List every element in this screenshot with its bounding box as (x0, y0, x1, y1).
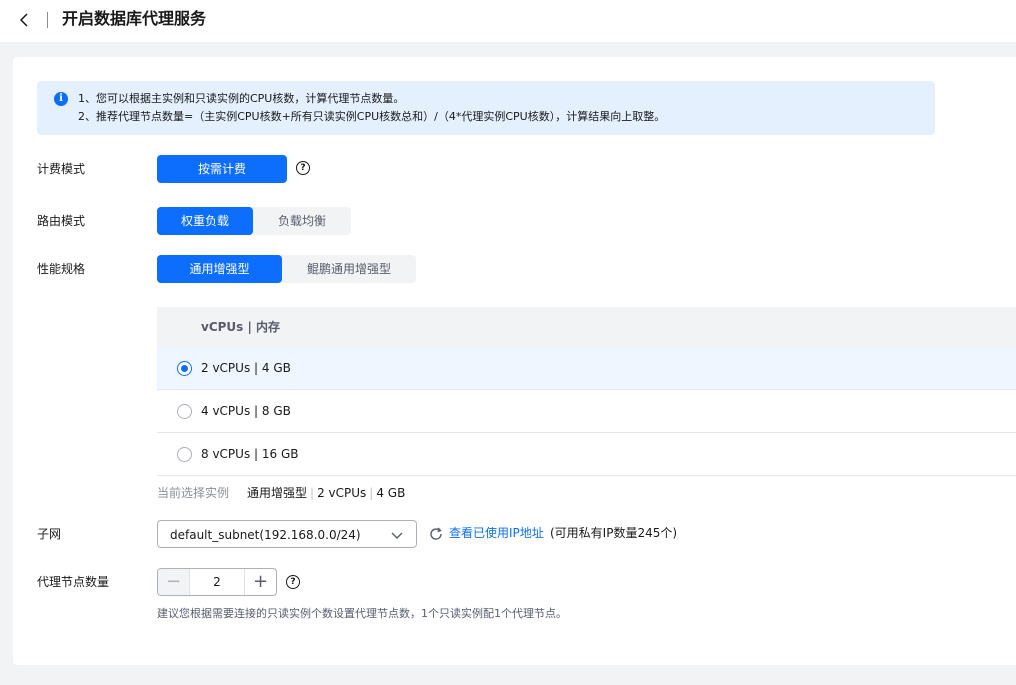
node-count-input[interactable] (190, 569, 244, 595)
view-used-ip-link[interactable]: 查看已使用IP地址 (449, 525, 544, 541)
billing-help-icon[interactable]: ? (296, 161, 310, 175)
spec-segment: 通用增强型 鲲鹏通用增强型 (157, 255, 416, 283)
routing-option-balance[interactable]: 负载均衡 (253, 207, 351, 235)
node-count-stepper: − + (157, 568, 277, 596)
routing-option-weight[interactable]: 权重负载 (157, 207, 253, 235)
subnet-select[interactable]: default_subnet(192.168.0.0/24) (157, 520, 417, 548)
chevron-down-icon (390, 528, 404, 545)
current-selection-label: 当前选择实例 (157, 486, 230, 500)
radio-button[interactable] (177, 404, 192, 419)
info-icon: i (54, 92, 68, 106)
subnet-value: default_subnet(192.168.0.0/24) (170, 528, 361, 542)
table-header: vCPUs | 内存 (157, 307, 1016, 347)
spec-option-kunpeng[interactable]: 鲲鹏通用增强型 (282, 255, 416, 283)
top-bar: 开启数据库代理服务 (0, 0, 1016, 42)
current-mem: 4 GB (376, 486, 406, 500)
info-notice: i 1、您可以根据主实例和只读实例的CPU核数，计算代理节点数量。 2、推荐代理… (37, 81, 935, 135)
row-value: 2 vCPUs | 4 GB (201, 361, 291, 375)
back-icon[interactable] (14, 9, 36, 31)
form-card: i 1、您可以根据主实例和只读实例的CPU核数，计算代理节点数量。 2、推荐代理… (13, 57, 1016, 665)
minus-icon[interactable]: − (158, 569, 190, 595)
current-selection: 当前选择实例 通用增强型 | 2 vCPUs | 4 GB (157, 486, 406, 500)
current-cpu: 2 vCPUs (317, 486, 367, 500)
node-count-hint: 建议您根据需要连接的只读实例个数设置代理节点数，1个只读实例配1个代理节点。 (157, 607, 567, 620)
node-count-label: 代理节点数量 (37, 575, 110, 589)
subnet-label: 子网 (37, 527, 62, 541)
page-title: 开启数据库代理服务 (62, 9, 207, 28)
plus-icon[interactable]: + (244, 569, 276, 595)
routing-segment: 权重负载 负载均衡 (157, 207, 351, 235)
refresh-icon[interactable] (428, 526, 444, 542)
notice-line-1: 1、您可以根据主实例和只读实例的CPU核数，计算代理节点数量。 (78, 92, 405, 105)
spec-label: 性能规格 (37, 262, 86, 276)
radio-button[interactable] (177, 447, 192, 462)
notice-line-2: 2、推荐代理节点数量=（主实例CPU核数+所有只读实例CPU核数总和）/（4*代… (78, 110, 666, 123)
billing-label: 计费模式 (37, 162, 86, 176)
billing-on-demand-button[interactable]: 按需计费 (157, 155, 287, 183)
column-header-vcpus: vCPUs | 内存 (201, 320, 281, 334)
available-ip-info: (可用私有IP数量245个) (550, 526, 678, 540)
spec-option-general[interactable]: 通用增强型 (157, 255, 282, 283)
header-divider (47, 12, 48, 28)
routing-label: 路由模式 (37, 214, 86, 228)
current-type: 通用增强型 (247, 486, 308, 500)
row-value: 8 vCPUs | 16 GB (201, 447, 299, 461)
row-value: 4 vCPUs | 8 GB (201, 404, 291, 418)
table-row[interactable]: 8 vCPUs | 16 GB (157, 433, 1016, 476)
table-row[interactable]: 2 vCPUs | 4 GB (157, 347, 1016, 390)
node-count-help-icon[interactable]: ? (286, 575, 300, 589)
radio-button-checked[interactable] (177, 361, 192, 376)
table-row[interactable]: 4 vCPUs | 8 GB (157, 390, 1016, 433)
